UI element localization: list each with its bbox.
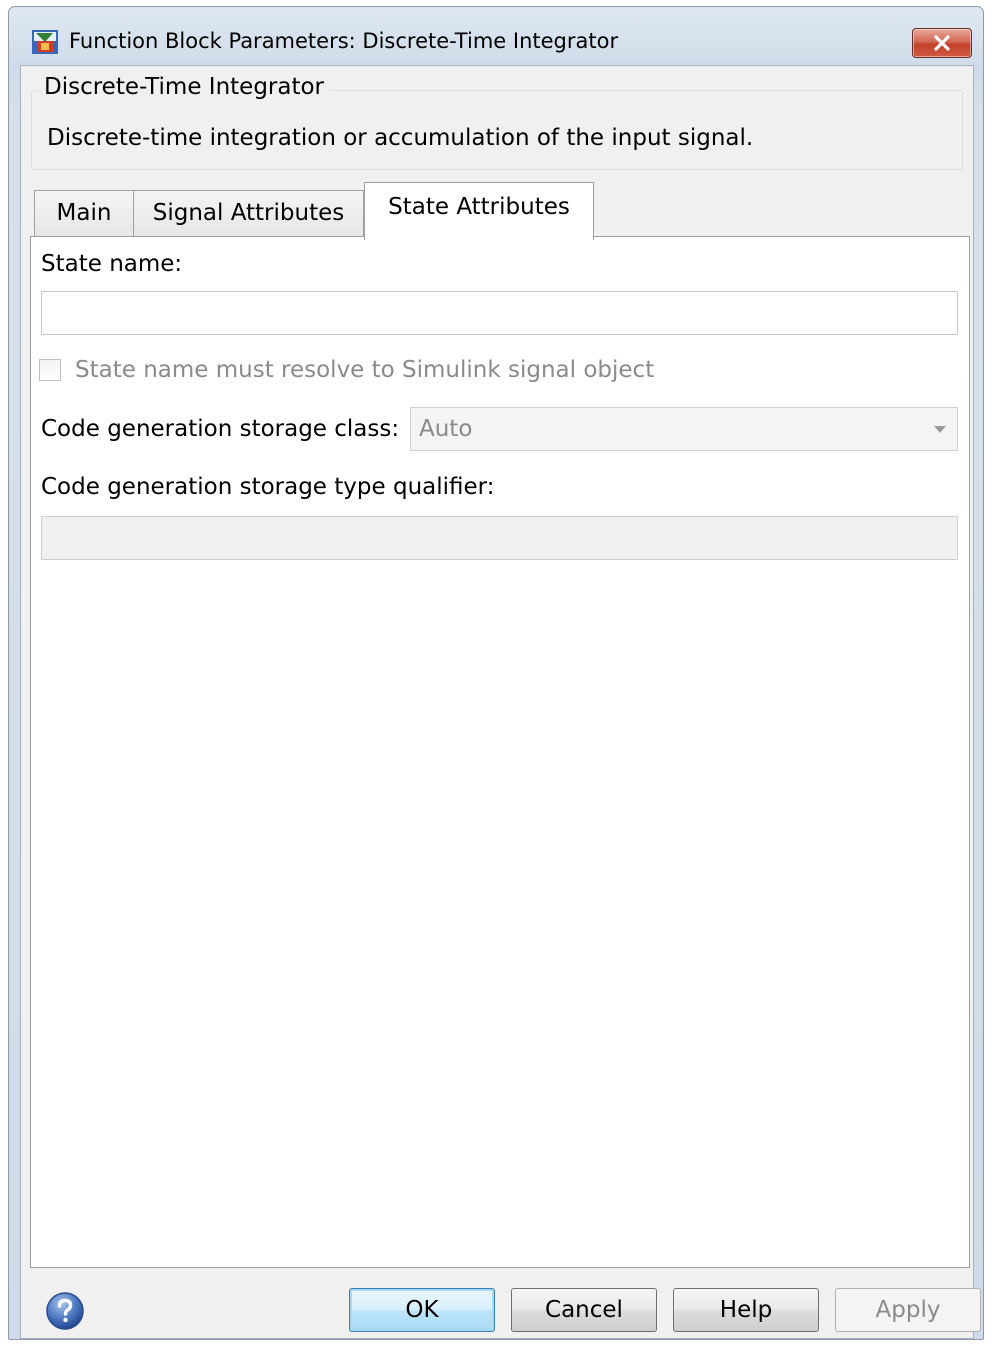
storage-type-qualifier-label: Code generation storage type qualifier: [41, 474, 495, 500]
help-icon[interactable] [45, 1291, 85, 1331]
storage-class-label: Code generation storage class: [41, 416, 400, 442]
resolve-signal-object-label: State name must resolve to Simulink sign… [75, 357, 655, 383]
tab-signal-attributes[interactable]: Signal Attributes [134, 190, 364, 238]
apply-button[interactable]: Apply [835, 1288, 981, 1332]
ok-button[interactable]: OK [349, 1288, 495, 1332]
state-attributes-panel: State name: State name must resolve to S… [30, 236, 970, 1268]
help-button[interactable]: Help [673, 1288, 819, 1332]
storage-type-qualifier-input[interactable] [41, 516, 958, 560]
state-name-label: State name: [41, 251, 183, 277]
tab-main[interactable]: Main [34, 190, 134, 238]
dialog-client-area: Discrete-time integration or accumulatio… [20, 65, 981, 1339]
block-description: Discrete-time integration or accumulatio… [47, 125, 754, 151]
resolve-signal-object-checkbox[interactable] [39, 359, 61, 381]
storage-class-dropdown[interactable]: Auto [410, 407, 958, 451]
window-title: Function Block Parameters: Discrete-Time… [69, 29, 619, 53]
storage-class-value: Auto [419, 416, 473, 442]
cancel-button[interactable]: Cancel [511, 1288, 657, 1332]
chevron-down-icon [934, 426, 946, 433]
close-button[interactable] [912, 28, 972, 58]
block-name-legend: Discrete-Time Integrator [38, 74, 331, 100]
close-icon [934, 35, 950, 51]
block-description-group: Discrete-time integration or accumulatio… [31, 90, 963, 170]
simulink-block-icon [31, 29, 59, 55]
title-bar[interactable]: Function Block Parameters: Discrete-Time… [9, 7, 983, 65]
tab-state-attributes[interactable]: State Attributes [364, 182, 594, 240]
dialog-window: Function Block Parameters: Discrete-Time… [8, 6, 984, 1340]
state-name-input[interactable] [41, 291, 958, 335]
